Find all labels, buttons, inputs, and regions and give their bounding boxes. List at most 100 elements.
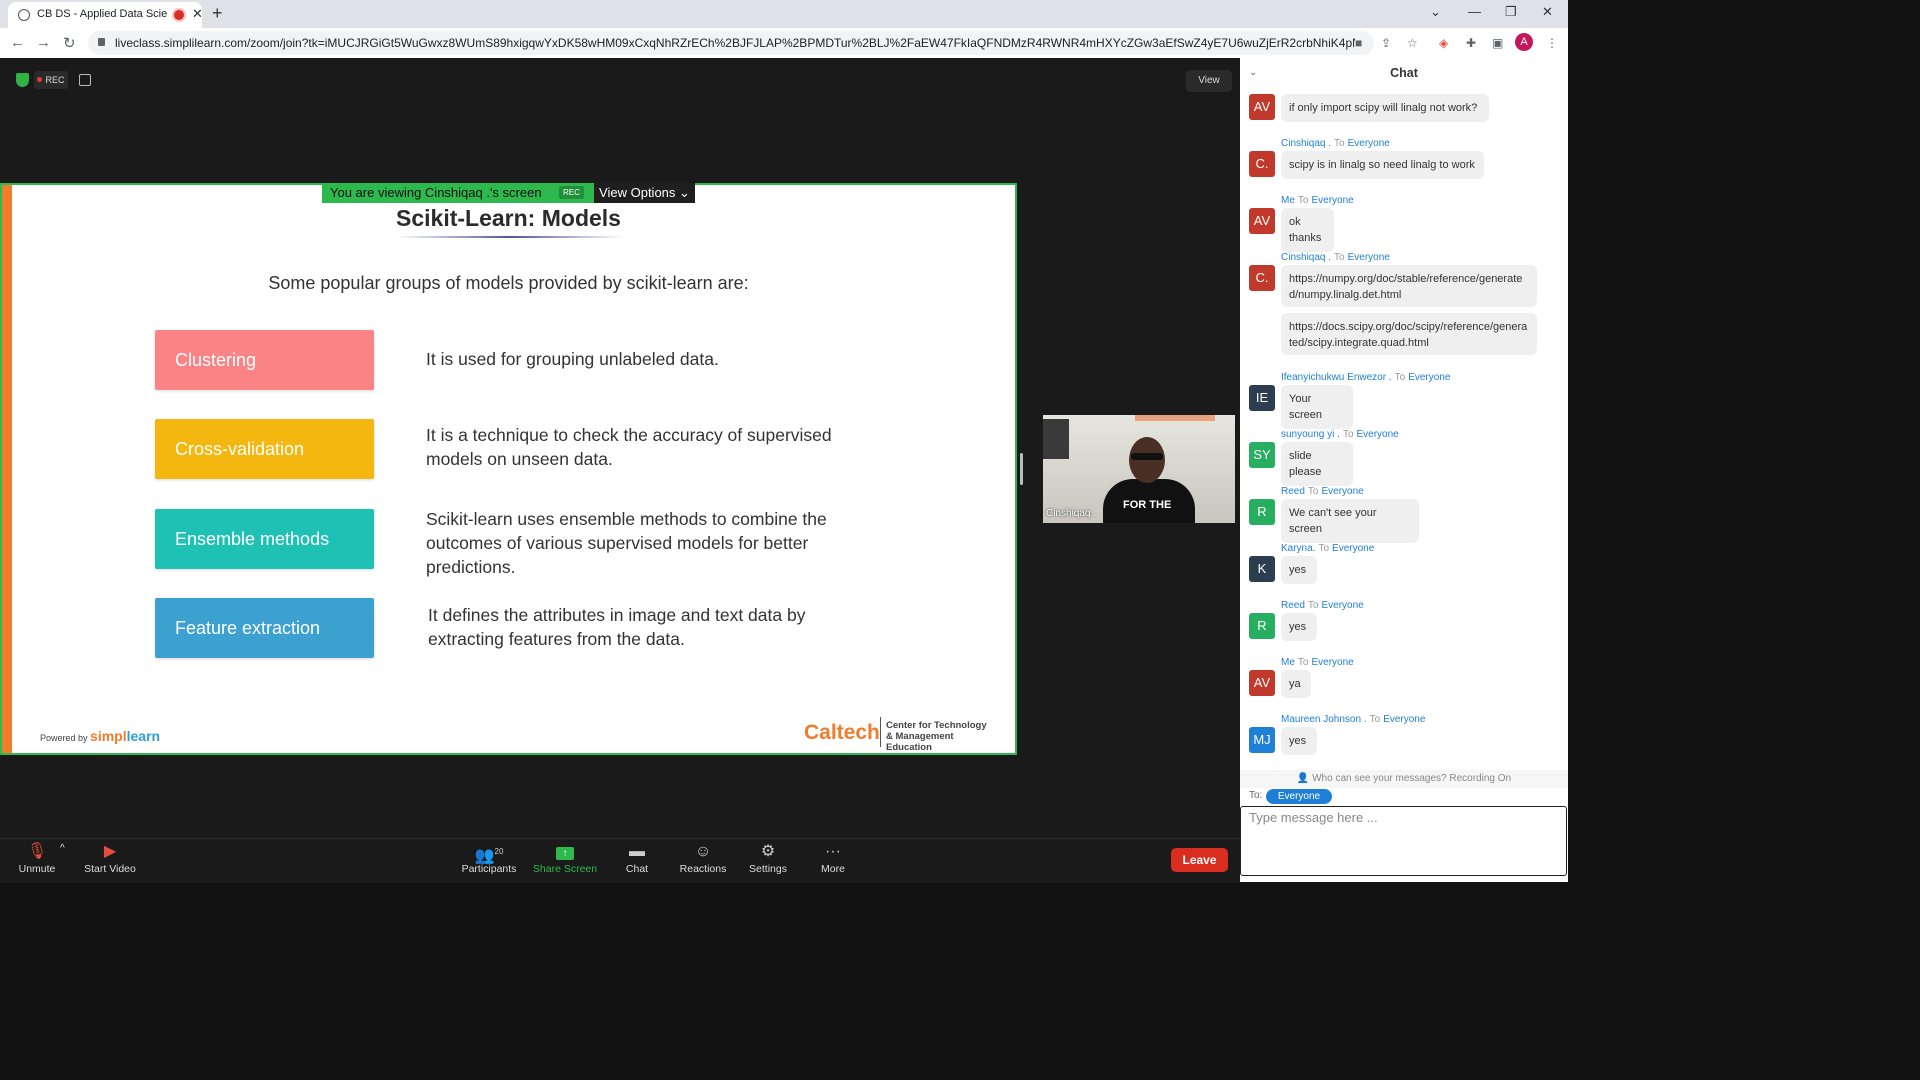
participants-icon: 👥20 (474, 847, 504, 865)
message-bubble[interactable]: ya (1281, 670, 1311, 698)
message-meta: Cinshiqaq . To Everyone (1281, 252, 1390, 263)
chat-message-input[interactable] (1240, 806, 1567, 876)
share-screen-button[interactable]: ↑ Share Screen (532, 841, 598, 875)
avatar: C. (1249, 265, 1275, 291)
message-sender[interactable]: Reed (1281, 600, 1305, 611)
extension-icon[interactable]: ◈ (1439, 36, 1448, 50)
message-recipient[interactable]: Everyone (1348, 252, 1390, 263)
message-recipient[interactable]: Everyone (1357, 429, 1399, 440)
message-bubble[interactable]: We can't see your screen (1281, 499, 1419, 543)
avatar: AV (1249, 670, 1275, 696)
message-bubble[interactable]: scipy is in linalg so need linalg to wor… (1281, 151, 1484, 179)
gallery-grid-icon[interactable] (79, 74, 91, 86)
message-sender[interactable]: Karyna. (1281, 543, 1315, 554)
profile-avatar[interactable]: A (1515, 33, 1533, 51)
message-recipient[interactable]: Everyone (1311, 657, 1353, 668)
model-card: Feature extraction (155, 598, 374, 658)
panel-resize-handle[interactable] (1020, 453, 1023, 485)
gear-icon: ⚙ (760, 843, 776, 860)
message-bubble[interactable]: yes (1281, 727, 1317, 755)
close-tab-icon[interactable]: ✕ (192, 6, 203, 22)
model-card: Ensemble methods (155, 509, 374, 569)
message-meta: Reed To Everyone (1281, 486, 1364, 497)
settings-button[interactable]: ⚙ Settings (746, 841, 790, 875)
forward-icon[interactable]: → (36, 34, 51, 51)
model-description: It is used for grouping unlabeled data. (426, 349, 719, 369)
message-bubble[interactable]: ok thanks (1281, 208, 1334, 252)
message-recipient[interactable]: Everyone (1311, 195, 1353, 206)
more-button[interactable]: ··· More (816, 841, 850, 875)
message-recipient[interactable]: Everyone (1332, 543, 1374, 554)
message-bubble[interactable]: https://docs.scipy.org/doc/scipy/referen… (1281, 313, 1537, 355)
chat-label: Chat (625, 863, 649, 875)
message-bubble[interactable]: Your screen (1281, 385, 1353, 429)
speaker-head (1129, 437, 1165, 483)
message-bubble[interactable]: yes (1281, 556, 1317, 584)
chat-message-list[interactable]: AV if only import scipy will linalg not w… (1240, 90, 1568, 774)
message-recipient[interactable]: Everyone (1383, 714, 1425, 725)
message-sender[interactable]: Cinshiqaq . (1281, 138, 1331, 149)
lock-icon (98, 38, 105, 46)
avatar: R (1249, 499, 1275, 525)
message-sender[interactable]: Reed (1281, 486, 1305, 497)
simplilearn-logo: simpllearn (90, 728, 160, 744)
leave-button[interactable]: Leave (1171, 848, 1228, 872)
reactions-button[interactable]: ☺ Reactions (676, 841, 730, 875)
avatar: R (1249, 613, 1275, 639)
video-shelf (1135, 415, 1215, 421)
camera-icon[interactable]: ■ (1355, 36, 1362, 50)
shirt-print: FOR THE (1123, 499, 1172, 511)
message-recipient[interactable]: Everyone (1348, 138, 1390, 149)
restore-icon[interactable]: ❐ (1505, 4, 1517, 20)
message-bubble[interactable]: if only import scipy will linalg not wor… (1281, 94, 1489, 122)
message-recipient[interactable]: Everyone (1321, 486, 1363, 497)
back-icon[interactable]: ← (10, 34, 25, 51)
view-options-button[interactable]: View Options ⌄ (594, 183, 695, 203)
reload-icon[interactable]: ↻ (63, 34, 76, 52)
simplilearn-logo-simpl: simpl (90, 728, 127, 744)
message-privacy-notice[interactable]: 👤 Who can see your messages? Recording O… (1240, 770, 1568, 788)
browser-tab[interactable]: CB DS - Applied Data Scienc ✕ (8, 2, 203, 28)
message-bubble[interactable]: slide please (1281, 442, 1353, 486)
model-description: It defines the attributes in image and t… (428, 605, 806, 649)
url-text: liveclass.simplilearn.com/zoom/join?tk=i… (115, 36, 1355, 50)
minimize-icon[interactable]: — (1468, 4, 1481, 19)
close-window-icon[interactable]: ✕ (1542, 4, 1553, 20)
tab-search-icon[interactable]: ⌄ (1430, 4, 1441, 20)
settings-label: Settings (749, 863, 787, 875)
message-to-word: To (1369, 714, 1381, 725)
share-icon[interactable]: ⇪ (1381, 36, 1391, 50)
side-panel-icon[interactable]: ▣ (1492, 36, 1503, 50)
message-sender[interactable]: Me (1281, 657, 1295, 668)
message-to-word: To (1307, 486, 1319, 497)
recipient-dropdown[interactable]: Everyone (1266, 789, 1332, 804)
audio-options-chevron-icon[interactable]: ^ (60, 843, 65, 854)
view-button[interactable]: View (1186, 70, 1232, 92)
chat-button[interactable]: ▬ Chat (620, 841, 654, 875)
video-off-icon: ▶ (103, 843, 117, 860)
unmute-button[interactable]: 🎙 Unmute (14, 841, 60, 875)
message-bubble[interactable]: https://numpy.org/doc/stable/reference/g… (1281, 265, 1537, 307)
browser-tab-strip: CB DS - Applied Data Scienc ✕ + ⌄ — ❐ ✕ (0, 0, 1568, 28)
start-video-button[interactable]: ▶ Start Video (82, 841, 138, 875)
message-meta: Me To Everyone (1281, 657, 1354, 668)
message-recipient[interactable]: Everyone (1321, 600, 1363, 611)
collapse-chevron-icon[interactable]: ⌄ (1249, 58, 1257, 88)
message-sender[interactable]: sunyoung yi . (1281, 429, 1340, 440)
security-shield-icon[interactable] (16, 73, 29, 87)
message-sender[interactable]: Cinshiqaq . (1281, 252, 1331, 263)
message-sender[interactable]: Ifeanyichukwu Enwezor . (1281, 372, 1392, 383)
speaker-video-tile[interactable]: FOR THE Cinshiqaq . (1043, 415, 1235, 523)
bookmark-star-icon[interactable]: ☆ (1407, 36, 1418, 50)
participants-button[interactable]: 👥20 Participants (458, 841, 520, 875)
message-recipient[interactable]: Everyone (1408, 372, 1450, 383)
message-sender[interactable]: Maureen Johnson . (1281, 714, 1367, 725)
url-field[interactable]: liveclass.simplilearn.com/zoom/join?tk=i… (88, 31, 1374, 55)
message-meta: sunyoung yi . To Everyone (1281, 429, 1399, 440)
kebab-menu-icon[interactable]: ⋮ (1546, 36, 1558, 50)
puzzle-icon[interactable]: ✚ (1466, 36, 1476, 50)
avatar: C. (1249, 151, 1275, 177)
message-sender[interactable]: Me (1281, 195, 1295, 206)
new-tab-button[interactable]: + (212, 3, 223, 24)
message-bubble[interactable]: yes (1281, 613, 1317, 641)
